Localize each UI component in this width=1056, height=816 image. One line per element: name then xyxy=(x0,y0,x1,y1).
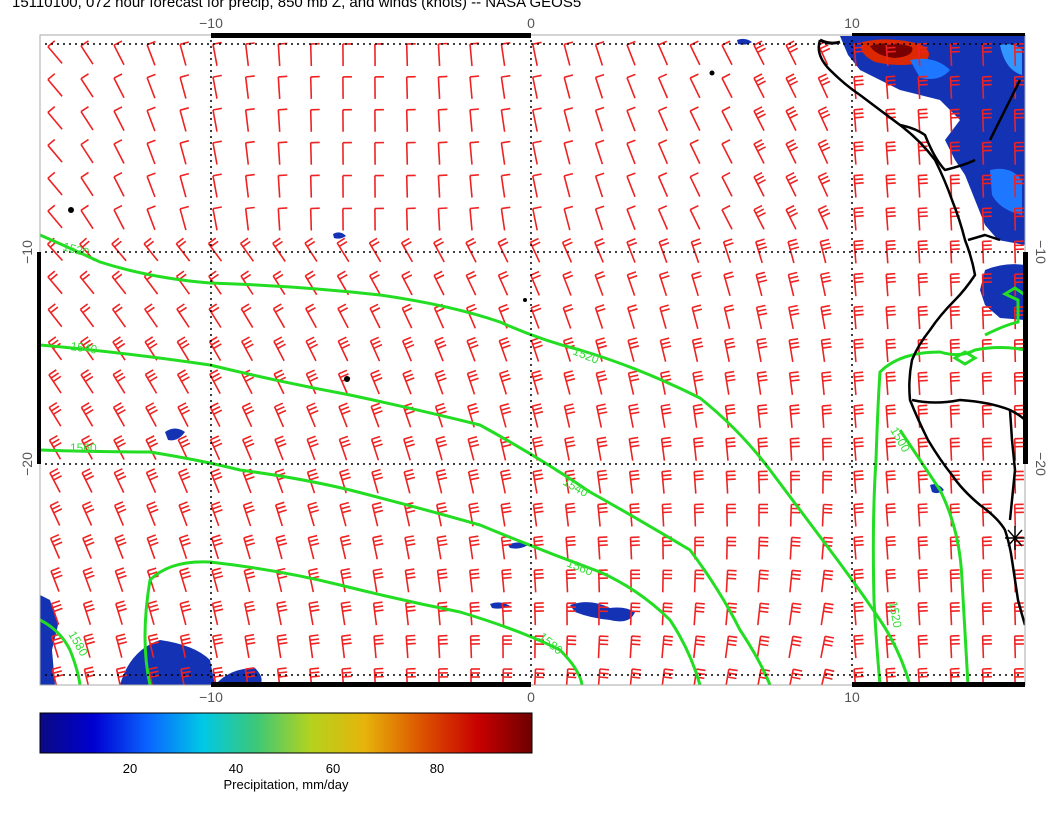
left-tick-2: −20 xyxy=(19,452,35,476)
bottom-tick-1: −10 xyxy=(199,689,223,705)
top-tick-1: −10 xyxy=(199,15,223,31)
island-dot-2 xyxy=(344,376,350,382)
colorbar-label: Precipitation, mm/day xyxy=(224,777,349,792)
colorbar-tick-60: 60 xyxy=(326,761,340,776)
left-tick-1: −10 xyxy=(19,240,35,264)
colorbar-tick-40: 40 xyxy=(229,761,243,776)
island-dot-1 xyxy=(68,207,74,213)
right-tick-1: −10 xyxy=(1033,240,1049,264)
colorbar-tick-20: 20 xyxy=(123,761,137,776)
bottom-tick-2: 0 xyxy=(527,689,535,705)
contour-label-3: 1560 xyxy=(70,441,97,455)
top-tick-3: 10 xyxy=(844,15,860,31)
right-tick-2: −20 xyxy=(1033,452,1049,476)
colorbar xyxy=(39,712,533,754)
colorbar-tick-80: 80 xyxy=(430,761,444,776)
island-dot-3 xyxy=(709,70,715,76)
top-tick-2: 0 xyxy=(527,15,535,31)
bottom-tick-3: 10 xyxy=(844,689,860,705)
island-dot-4 xyxy=(523,298,527,302)
forecast-map: −10 0 10 −10 0 10 −10 −20 −10 −20 1520 1… xyxy=(19,15,1049,792)
